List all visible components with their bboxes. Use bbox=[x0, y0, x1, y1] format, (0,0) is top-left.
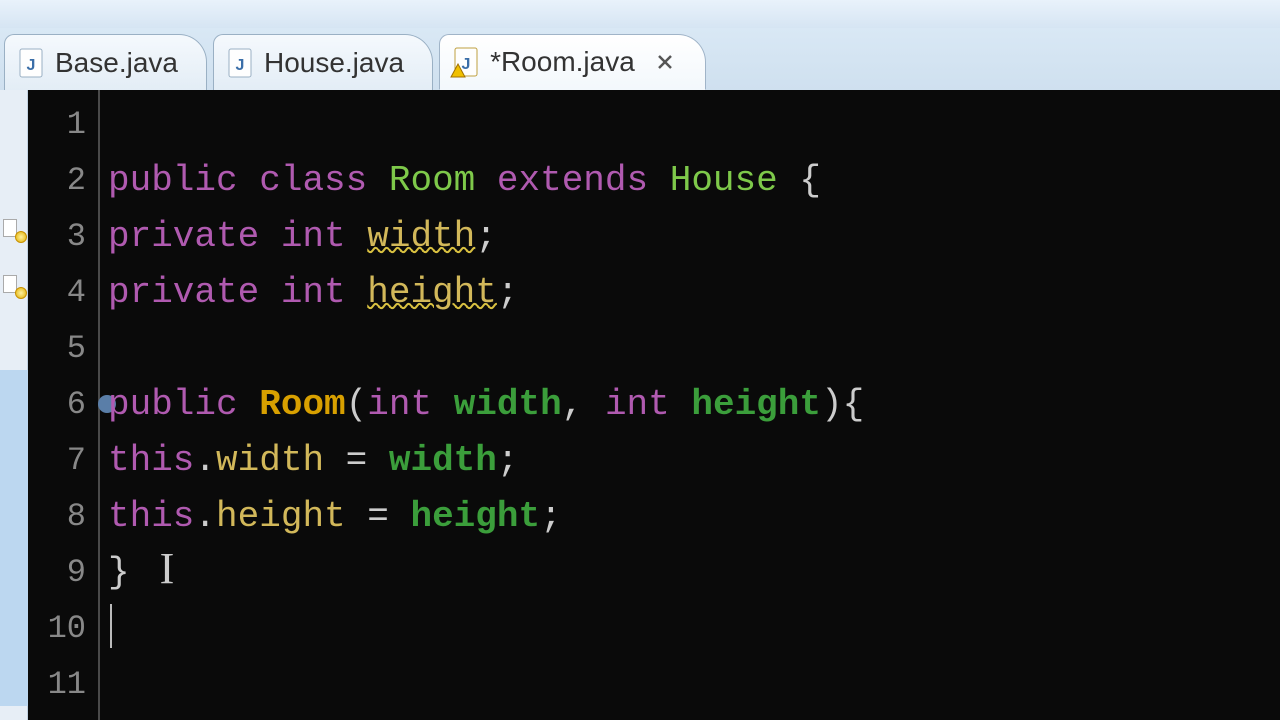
code-editor[interactable]: public class Room extends House { privat… bbox=[100, 90, 1280, 720]
marker-cell[interactable] bbox=[0, 482, 28, 538]
line-number[interactable]: 2 bbox=[28, 152, 98, 208]
tab-house-java[interactable]: J House.java bbox=[213, 34, 433, 90]
close-tab-button[interactable] bbox=[653, 50, 677, 74]
marker-cell[interactable] bbox=[0, 314, 28, 370]
code-line[interactable]: private int height; bbox=[100, 264, 1280, 320]
line-number[interactable]: 4 bbox=[28, 264, 98, 320]
marker-cell[interactable] bbox=[0, 426, 28, 482]
code-line[interactable] bbox=[100, 96, 1280, 152]
line-number[interactable]: 9 bbox=[28, 544, 98, 600]
line-number[interactable]: 5 bbox=[28, 320, 98, 376]
java-file-icon: J bbox=[19, 48, 45, 78]
marker-cell[interactable] bbox=[0, 202, 28, 258]
svg-text:J: J bbox=[27, 57, 36, 74]
editor-tab-bar: J Base.java J House.java J bbox=[0, 28, 1280, 90]
marker-cell[interactable] bbox=[0, 650, 28, 706]
code-line[interactable]: }I bbox=[100, 544, 1280, 600]
line-number[interactable]: 7 bbox=[28, 432, 98, 488]
line-number[interactable]: 11 bbox=[28, 656, 98, 712]
marker-cell[interactable] bbox=[0, 538, 28, 594]
editor-area: 1234567891011 public class Room extends … bbox=[0, 90, 1280, 720]
marker-cell[interactable] bbox=[0, 594, 28, 650]
tab-base-java[interactable]: J Base.java bbox=[4, 34, 207, 90]
code-line[interactable]: public class Room extends House { bbox=[100, 152, 1280, 208]
tab-room-java[interactable]: J *Room.java bbox=[439, 34, 706, 90]
code-line[interactable] bbox=[100, 320, 1280, 376]
line-number[interactable]: 8 bbox=[28, 488, 98, 544]
tab-label: House.java bbox=[264, 47, 404, 79]
tab-label: Base.java bbox=[55, 47, 178, 79]
marker-column bbox=[0, 90, 28, 720]
java-file-warning-icon: J bbox=[454, 47, 480, 77]
warning-quickfix-icon[interactable] bbox=[3, 219, 25, 241]
code-line[interactable]: this.width = width; bbox=[100, 432, 1280, 488]
line-number-gutter: 1234567891011 bbox=[28, 90, 100, 720]
marker-cell[interactable] bbox=[0, 258, 28, 314]
warning-quickfix-icon[interactable] bbox=[3, 275, 25, 297]
line-number[interactable]: 10 bbox=[28, 600, 98, 656]
caret bbox=[110, 604, 112, 648]
code-line[interactable] bbox=[100, 600, 1280, 656]
line-number[interactable]: 6 bbox=[28, 376, 98, 432]
code-line[interactable]: private int width; bbox=[100, 208, 1280, 264]
text-cursor-icon: I bbox=[130, 543, 175, 594]
code-line[interactable]: public Room(int width, int height){ bbox=[100, 376, 1280, 432]
code-line[interactable]: this.height = height; bbox=[100, 488, 1280, 544]
marker-cell[interactable] bbox=[0, 90, 28, 146]
line-number[interactable]: 1 bbox=[28, 96, 98, 152]
svg-text:J: J bbox=[236, 57, 245, 74]
code-line[interactable] bbox=[100, 656, 1280, 712]
close-icon bbox=[656, 53, 674, 71]
tab-label: *Room.java bbox=[490, 46, 635, 78]
marker-cell[interactable] bbox=[0, 146, 28, 202]
ide-window: J Base.java J House.java J bbox=[0, 0, 1280, 720]
java-file-icon: J bbox=[228, 48, 254, 78]
toolbar-strip bbox=[0, 0, 1280, 28]
line-number[interactable]: 3 bbox=[28, 208, 98, 264]
marker-cell[interactable] bbox=[0, 370, 28, 426]
